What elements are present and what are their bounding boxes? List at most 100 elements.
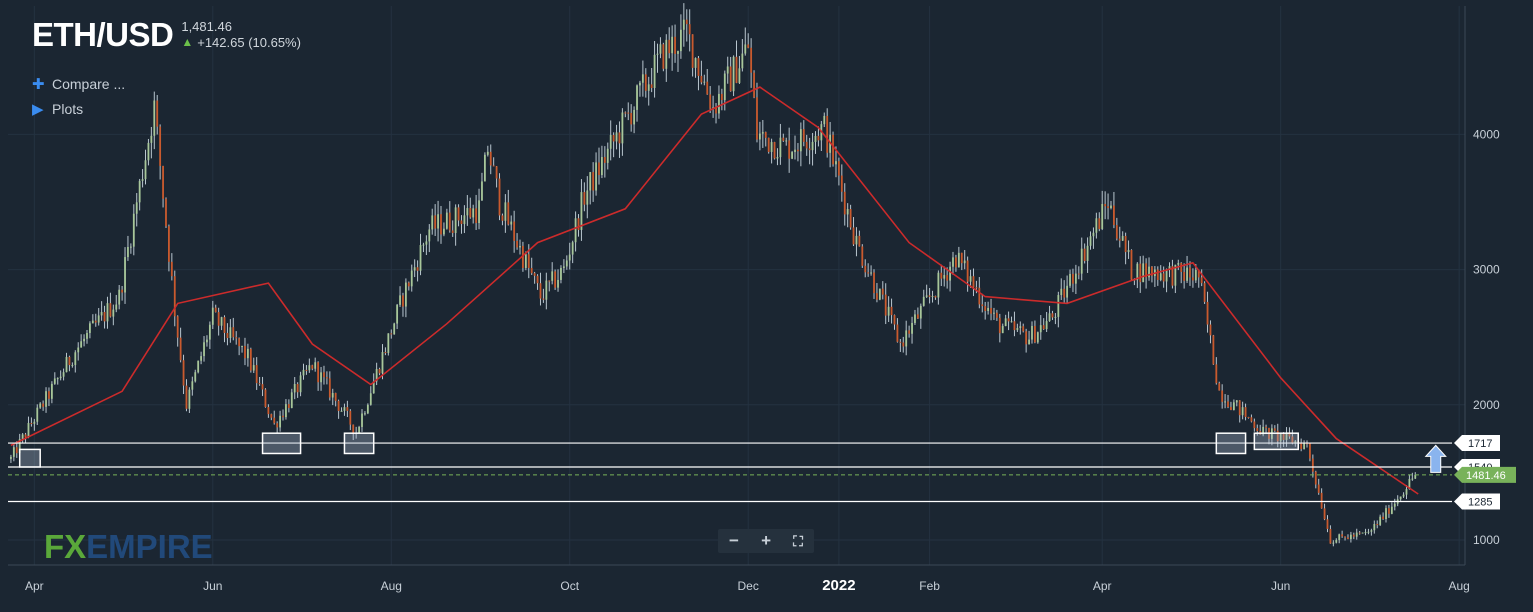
candle-body [902, 342, 905, 347]
candle-body [1393, 503, 1396, 507]
candle-body [975, 287, 978, 289]
plots-button[interactable]: ▶ Plots [32, 100, 83, 118]
candle-body [381, 352, 384, 374]
candle-body [80, 341, 83, 348]
candle-body [1370, 530, 1373, 532]
x-tick-label: Apr [1093, 579, 1112, 593]
candle-body [1388, 508, 1390, 514]
candle-body [1180, 263, 1183, 272]
candle-body [1028, 339, 1030, 345]
candle-body [42, 403, 45, 407]
candle-body [410, 270, 413, 287]
candle-body [688, 24, 691, 35]
candle-body [1203, 283, 1206, 302]
candle-body [849, 209, 852, 228]
price-chart-canvas[interactable]: 1000 2000 3000 4000 Apr Jun Aug Oct Dec 2022 Feb Ap… [0, 0, 1533, 612]
candle-body [618, 132, 621, 144]
candle-body [71, 365, 74, 367]
candle-body [83, 338, 85, 342]
candle-body [378, 368, 381, 374]
zoom-out-icon[interactable]: − [729, 531, 739, 551]
candle-body [179, 337, 182, 361]
candle-body [1019, 326, 1022, 329]
candle-body [685, 19, 688, 25]
candle-body [59, 376, 62, 379]
candle-body [703, 81, 706, 83]
candle-body [799, 129, 802, 152]
candle-body [1218, 383, 1221, 391]
candle-body [232, 327, 235, 338]
candle-body [1107, 206, 1109, 209]
candle-body [718, 93, 720, 114]
candle-body [1411, 478, 1414, 480]
candle-body [1390, 506, 1393, 514]
candle-body [1361, 532, 1364, 534]
candle-body [735, 56, 738, 83]
candle-body [1118, 238, 1121, 241]
candle-body [571, 242, 574, 255]
candle-body [811, 141, 814, 151]
candle-body [1031, 325, 1033, 340]
candle-body [1241, 407, 1244, 416]
candle-body [738, 68, 741, 83]
zoom-in-icon[interactable]: + [761, 531, 771, 551]
candle-body [916, 314, 919, 319]
candle-body [592, 172, 595, 191]
candle-body [483, 154, 486, 182]
candle-body [1098, 218, 1101, 230]
candle-body [431, 215, 434, 230]
candle-body [647, 84, 650, 91]
candle-body [887, 306, 890, 316]
candle-body [451, 230, 454, 233]
candle-body [1253, 421, 1256, 429]
candle-body [846, 209, 849, 215]
candle-body [870, 272, 872, 274]
candle-body [211, 307, 214, 325]
candle-body [656, 53, 659, 55]
candle-body [440, 214, 442, 235]
candle-body [390, 333, 393, 335]
candle-body [1095, 218, 1098, 233]
candle-body [837, 161, 840, 176]
candle-body [802, 129, 805, 142]
candle-body [1326, 519, 1329, 529]
candle-body [568, 254, 571, 261]
candle-body [747, 44, 750, 48]
candle-body [1344, 536, 1346, 538]
compare-button[interactable]: ✚ Compare ... [32, 75, 125, 93]
candle-body [103, 312, 106, 322]
candle-body [826, 115, 829, 153]
candle-body [170, 261, 173, 277]
candle-body [741, 53, 744, 69]
candle-body [15, 447, 18, 454]
candle-body [1352, 534, 1355, 537]
candle-body [852, 227, 855, 245]
candle-body [1194, 269, 1197, 281]
candle-body [966, 260, 969, 282]
candle-body [404, 282, 407, 307]
candle-body [753, 72, 755, 98]
candle-body [1364, 532, 1367, 534]
candle-body [343, 407, 346, 411]
candle-body [981, 304, 984, 307]
candle-body [393, 323, 396, 335]
candle-body [1162, 273, 1165, 282]
fullscreen-icon[interactable]: ⛶ [793, 533, 803, 550]
candle-body [720, 93, 723, 101]
candle-body [226, 332, 229, 339]
candle-body [817, 135, 820, 141]
candle-body [53, 378, 56, 384]
candle-body [615, 132, 618, 142]
support-highlight-box [1215, 432, 1247, 455]
candle-body [45, 391, 47, 407]
candle-body [928, 295, 931, 297]
candle-body [138, 180, 141, 203]
candle-body [30, 422, 33, 424]
support-highlight-box [1253, 432, 1299, 451]
candle-body [621, 112, 624, 144]
candle-body [302, 369, 305, 376]
candle-body [542, 298, 545, 300]
candle-body [814, 135, 817, 142]
candle-body [328, 378, 331, 398]
eth-usd-chart[interactable]: 1000 2000 3000 4000 Apr Jun Aug Oct Dec 2022 Feb Ap… [0, 0, 1533, 612]
